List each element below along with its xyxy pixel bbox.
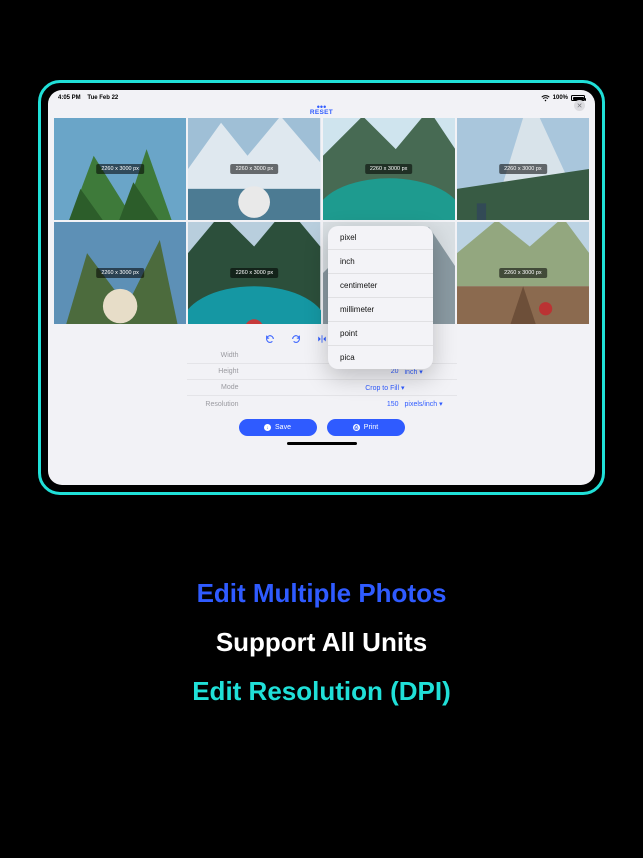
close-button[interactable]: ✕ <box>574 100 585 111</box>
status-time-date: 4:05 PM Tue Feb 22 <box>58 95 118 101</box>
promo-captions: Edit Multiple Photos Support All Units E… <box>0 560 643 725</box>
status-time: 4:05 PM <box>58 95 81 101</box>
rotate-left-icon[interactable] <box>265 334 275 344</box>
resolution-label: Resolution <box>187 401 247 408</box>
resolution-unit-select[interactable]: pixels/inch ▾ <box>405 400 457 408</box>
resolution-input[interactable]: 150 <box>247 401 405 408</box>
photo-dims-badge: 2260 x 3000 px <box>231 164 279 174</box>
photo-dims-badge: 2260 x 3000 px <box>499 164 547 174</box>
photo-thumb[interactable]: 2260 x 3000 px <box>323 118 455 220</box>
edit-panel: pixel inch centimeter millimeter point p… <box>48 324 595 445</box>
unit-option[interactable]: inch <box>328 250 433 274</box>
battery-pct: 100% <box>553 95 568 101</box>
photo-dims-badge: 2260 x 3000 px <box>365 164 413 174</box>
flip-horizontal-icon[interactable] <box>317 334 327 344</box>
height-input[interactable]: 20 <box>247 368 405 375</box>
print-button-label: Print <box>364 424 378 431</box>
home-indicator <box>287 442 357 445</box>
photo-thumb[interactable]: 2260 x 3000 px <box>457 222 589 324</box>
photo-thumb[interactable]: 2260 x 3000 px <box>457 118 589 220</box>
unit-option[interactable]: millimeter <box>328 298 433 322</box>
photo-thumb[interactable]: 2260 x 3000 px <box>54 118 186 220</box>
photo-grid: 2260 x 3000 px 2260 x 3000 px 2260 x 300… <box>48 118 595 324</box>
unit-option[interactable]: pixel <box>328 226 433 250</box>
unit-option[interactable]: point <box>328 322 433 346</box>
photo-thumb[interactable]: 2260 x 3000 px <box>188 222 320 324</box>
unit-option[interactable]: centimeter <box>328 274 433 298</box>
print-icon: ⎙ <box>353 424 360 431</box>
caption-line-1: Edit Multiple Photos <box>0 578 643 609</box>
photo-thumb[interactable]: 2260 x 3000 px <box>188 118 320 220</box>
status-date: Tue Feb 22 <box>87 95 118 101</box>
height-label: Height <box>187 368 247 375</box>
ipad-frame: 4:05 PM Tue Feb 22 100% ••• RESET ✕ <box>38 80 605 495</box>
unit-option[interactable]: pica <box>328 346 433 369</box>
rotate-right-icon[interactable] <box>291 334 301 344</box>
save-icon: ↓ <box>264 424 271 431</box>
caption-line-2: Support All Units <box>0 627 643 658</box>
save-button[interactable]: ↓ Save <box>239 419 317 436</box>
print-button[interactable]: ⎙ Print <box>327 419 405 436</box>
photo-thumb[interactable]: 2260 x 3000 px <box>54 222 186 324</box>
unit-popover: pixel inch centimeter millimeter point p… <box>328 226 433 369</box>
app-toolbar: ••• RESET ✕ <box>48 104 595 118</box>
wifi-icon <box>541 95 550 102</box>
reset-button[interactable]: RESET <box>48 109 595 116</box>
photo-dims-badge: 2260 x 3000 px <box>96 268 144 278</box>
save-button-label: Save <box>275 424 291 431</box>
caption-line-3: Edit Resolution (DPI) <box>0 676 643 707</box>
photo-dims-badge: 2260 x 3000 px <box>96 164 144 174</box>
photo-dims-badge: 2260 x 3000 px <box>231 268 279 278</box>
photo-dims-badge: 2260 x 3000 px <box>499 268 547 278</box>
app-screen: 4:05 PM Tue Feb 22 100% ••• RESET ✕ <box>48 90 595 485</box>
width-label: Width <box>187 352 247 359</box>
mode-label: Mode <box>187 384 247 391</box>
mode-select[interactable]: Crop to Fill ▾ <box>247 384 405 392</box>
crop-tool-icons <box>48 332 595 348</box>
